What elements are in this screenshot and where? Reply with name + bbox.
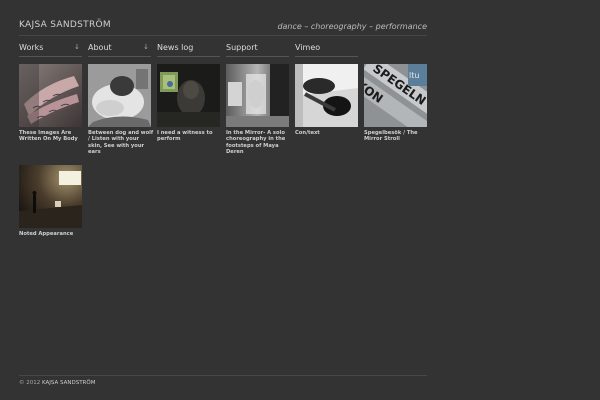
work-thumbnail[interactable] — [88, 64, 151, 127]
nav-item-news-log[interactable]: News log — [157, 42, 220, 57]
work-thumbnail[interactable] — [295, 64, 358, 127]
work-title[interactable]: Spegelbesök / The Mirror Stroll — [364, 130, 430, 143]
work-thumbnail[interactable] — [19, 64, 82, 127]
nav-item-label: Vimeo — [295, 43, 321, 52]
chevron-down-icon: ↓ — [74, 43, 80, 51]
nav-item-label: Support — [226, 43, 258, 52]
work-tile-in-the-mirror[interactable]: In the Mirror- A solo choreography in th… — [226, 64, 289, 156]
work-title[interactable]: In the Mirror- A solo choreography in th… — [226, 130, 292, 156]
site-title[interactable]: KAJSA SANDSTRÖM — [19, 19, 111, 31]
chevron-down-icon: ↓ — [143, 43, 149, 51]
work-tile-context[interactable]: Con/text — [295, 64, 358, 136]
work-title[interactable]: Noted Appearance — [19, 231, 85, 237]
work-thumbnail[interactable] — [157, 64, 220, 127]
site-tagline: dance – choreography – performance — [277, 22, 427, 31]
work-title[interactable]: Between dog and wolf / Listen with your … — [88, 130, 154, 156]
footer: © 2012 KAJSA SANDSTRÖM — [19, 379, 95, 387]
work-tile-noted-appearance[interactable]: Noted Appearance — [19, 165, 82, 237]
page: KAJSA SANDSTRÖM dance – choreography – p… — [0, 0, 600, 400]
footer-author-link[interactable]: KAJSA SANDSTRÖM — [42, 380, 95, 386]
work-title[interactable]: I need a witness to perform — [157, 130, 223, 143]
main-navigation: Works ↓ About ↓ News log Support Vimeo — [19, 42, 427, 57]
header-divider — [19, 35, 427, 36]
work-tile-between-dog-and-wolf[interactable]: Between dog and wolf / Listen with your … — [88, 64, 154, 156]
nav-item-works[interactable]: Works ↓ — [19, 42, 82, 57]
nav-item-label: News log — [157, 43, 194, 52]
work-tile-spegelbesok[interactable]: SPEGELN KON ltu Spegelbesök / The Mirror… — [364, 64, 427, 143]
footer-divider — [19, 375, 427, 376]
work-title[interactable]: These Images Are Written On My Body — [19, 130, 85, 143]
work-thumbnail[interactable]: SPEGELN KON ltu — [364, 64, 427, 127]
work-thumbnail[interactable] — [226, 64, 289, 127]
work-tile-images-written-on-body[interactable]: These Images Are Written On My Body — [19, 64, 82, 143]
work-title[interactable]: Con/text — [295, 130, 361, 136]
nav-item-vimeo[interactable]: Vimeo — [295, 42, 358, 57]
svg-text:ltu: ltu — [409, 71, 419, 80]
work-thumbnail[interactable] — [19, 165, 82, 228]
nav-item-label: About — [88, 43, 112, 52]
copyright-text: © 2012 — [19, 380, 41, 386]
nav-item-support[interactable]: Support — [226, 42, 289, 57]
nav-item-about[interactable]: About ↓ — [88, 42, 151, 57]
work-tile-witness-to-perform[interactable]: I need a witness to perform — [157, 64, 220, 143]
nav-item-label: Works — [19, 43, 44, 52]
